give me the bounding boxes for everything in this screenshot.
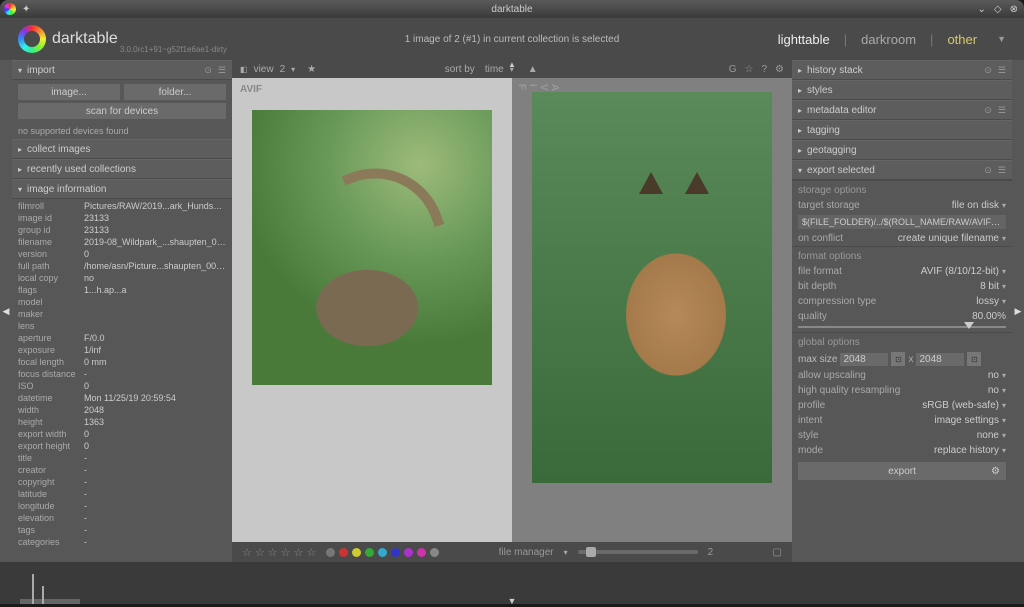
star-icon[interactable]: ☆ (745, 64, 754, 75)
panel-recent[interactable]: ▸recently used collections (12, 159, 232, 179)
max-height-input[interactable] (916, 353, 964, 366)
sortby-label: sort by (445, 64, 475, 75)
fullscreen-icon[interactable]: ▢ (773, 547, 782, 558)
panel-history[interactable]: ▸history stack⊙☰ (792, 60, 1012, 80)
panel-geotag[interactable]: ▸geotagging (792, 140, 1012, 160)
intent-select[interactable]: image settings▾ (935, 415, 1007, 426)
brand: darktable (52, 30, 118, 48)
format-badge: AVIF (240, 84, 262, 95)
conflict-select[interactable]: create unique filename▾ (898, 233, 1006, 244)
scan-devices-button[interactable]: scan for devices (18, 103, 226, 119)
close-icon[interactable]: ⊗ (1010, 4, 1018, 15)
gear-icon[interactable]: ⚙ (991, 466, 1000, 477)
thumb-image-1[interactable] (252, 110, 491, 385)
view-value[interactable]: 2 (280, 64, 286, 75)
collapse-top-icon[interactable]: ▲ (508, 60, 516, 69)
panel-collect[interactable]: ▸collect images (12, 139, 232, 159)
import-image-button[interactable]: image... (18, 84, 120, 100)
zoom-value: 2 (708, 547, 714, 558)
color-dot[interactable] (365, 548, 374, 557)
panel-tagging[interactable]: ▸tagging (792, 120, 1012, 140)
panel-styles[interactable]: ▸styles (792, 80, 1012, 100)
quality-slider[interactable] (798, 326, 1006, 328)
profile-select[interactable]: sRGB (web-safe)▾ (922, 400, 1006, 411)
layout-mode[interactable]: file manager (499, 547, 554, 558)
color-dot[interactable] (430, 548, 439, 557)
thumbnail[interactable]: AVIF (512, 78, 792, 542)
color-labels[interactable] (326, 548, 439, 557)
right-edge[interactable]: ▶ (1012, 60, 1024, 562)
image-info-table: filmrollPictures/RAW/2019...ark_Hundshau… (12, 199, 232, 550)
bit-depth-select[interactable]: 8 bit▾ (980, 281, 1006, 292)
global-options-label: global options (792, 332, 1012, 350)
color-dot[interactable] (339, 548, 348, 557)
selection-status: 1 image of 2 (#1) in current collection … (405, 34, 620, 45)
panel-imageinfo[interactable]: ▾image information (12, 179, 232, 199)
histogram (20, 570, 80, 604)
file-format-select[interactable]: AVIF (8/10/12-bit)▾ (921, 266, 1006, 277)
help-icon[interactable]: ? (761, 64, 767, 75)
panel-export[interactable]: ▾export selected⊙☰ (792, 160, 1012, 180)
dim-lock-icon[interactable]: ⊡ (891, 352, 905, 366)
color-dot[interactable] (352, 548, 361, 557)
tab-darkroom[interactable]: darkroom (861, 32, 916, 47)
minimize-icon[interactable]: ⌄ (978, 4, 986, 15)
upscale-select[interactable]: no▾ (988, 370, 1006, 381)
filter-icon[interactable]: ◧ (240, 65, 248, 74)
group-icon[interactable]: G (729, 64, 737, 75)
color-dot[interactable] (391, 548, 400, 557)
reset-icon[interactable]: ⊙ (204, 65, 212, 76)
import-folder-button[interactable]: folder... (124, 84, 226, 100)
titlebar-glyph: ✦ (22, 4, 30, 15)
panel-metadata[interactable]: ▸metadata editor⊙☰ (792, 100, 1012, 120)
window-title: darktable (491, 4, 532, 15)
version: 3.0.0rc1+91~g52f1e6ae1-dirty (120, 45, 227, 54)
tab-other[interactable]: other (947, 32, 977, 47)
export-path-input[interactable]: $(FILE_FOLDER)/../$(ROLL_NAME/RAW/AVIF)/… (798, 215, 1006, 229)
left-edge[interactable]: ◀ (0, 60, 12, 562)
no-devices-note: no supported devices found (12, 123, 232, 139)
star-filter-icon[interactable]: ★ (307, 64, 316, 75)
gear-icon[interactable]: ⚙ (775, 64, 784, 75)
mode-select[interactable]: replace history▾ (934, 445, 1006, 456)
tab-lighttable[interactable]: lighttable (778, 32, 830, 47)
view-label: view (254, 64, 274, 75)
rating-stars[interactable]: ☆☆☆☆☆☆ (242, 546, 316, 559)
color-dot[interactable] (326, 548, 335, 557)
hq-select[interactable]: no▾ (988, 385, 1006, 396)
sortby-value[interactable]: time (485, 64, 504, 75)
chevron-down-icon[interactable]: ▼ (997, 34, 1006, 44)
compression-select[interactable]: lossy▾ (976, 296, 1006, 307)
target-storage[interactable]: file on disk▾ (952, 200, 1006, 211)
color-dot[interactable] (404, 548, 413, 557)
style-select[interactable]: none▾ (977, 430, 1006, 441)
format-badge: AVIF (516, 84, 560, 91)
maximize-icon[interactable]: ◇ (994, 4, 1002, 15)
sort-dir-icon[interactable]: ▲ (528, 64, 538, 75)
thumb-image-2[interactable] (532, 92, 771, 483)
color-dot[interactable] (417, 548, 426, 557)
storage-options-label: storage options (792, 180, 1012, 198)
panel-import[interactable]: ▾import⊙☰ (12, 60, 232, 80)
menu-icon[interactable]: ☰ (218, 65, 226, 76)
collapse-bottom-icon[interactable]: ▼ (508, 596, 517, 606)
max-width-input[interactable] (840, 353, 888, 366)
format-options-label: format options (792, 246, 1012, 264)
darktable-logo (18, 25, 46, 53)
quality-value: 80.00% (972, 311, 1006, 322)
dim-lock-icon[interactable]: ⊡ (967, 352, 981, 366)
export-button[interactable]: export⚙ (798, 462, 1006, 480)
zoom-slider[interactable] (578, 550, 698, 554)
color-dot[interactable] (378, 548, 387, 557)
app-icon (4, 3, 16, 15)
thumbnail-selected[interactable]: AVIF (232, 78, 512, 542)
